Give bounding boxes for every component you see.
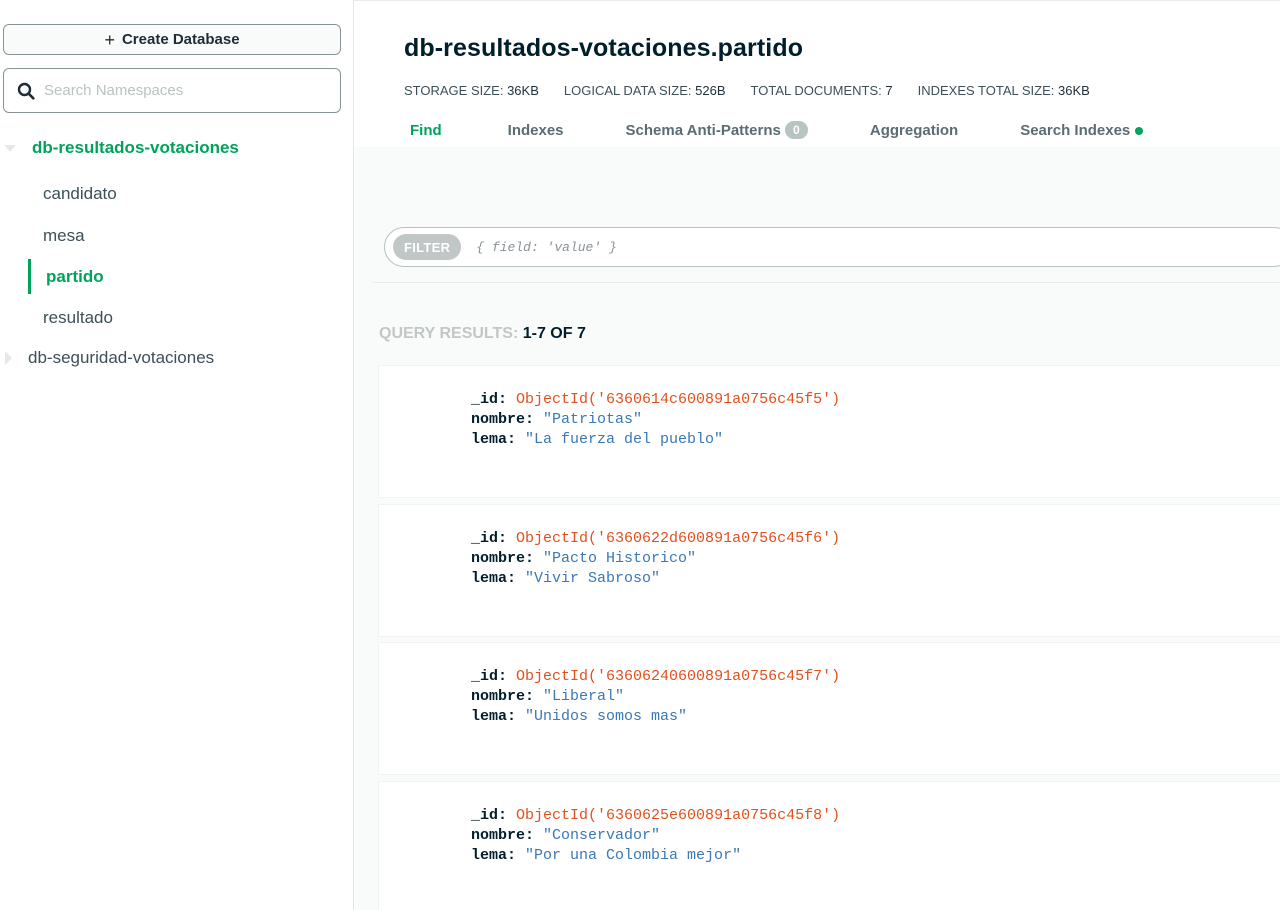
field-value: ObjectId('6360622d600891a0756c45f6') xyxy=(516,530,841,547)
collection-view: db-resultados-votaciones.partido STORAGE… xyxy=(355,1,1280,910)
namespace-search xyxy=(3,68,341,113)
divider xyxy=(373,282,1280,283)
sidebar-collection-partido[interactable]: partido xyxy=(46,265,104,289)
tab-indexes[interactable]: Indexes xyxy=(508,122,564,139)
collection-tabs: Find Indexes Schema Anti-Patterns 0 Aggr… xyxy=(404,121,1144,139)
caret-down-icon[interactable] xyxy=(4,144,16,152)
stat-indexes-total-size: INDEXES TOTAL SIZE: 36KB xyxy=(917,83,1090,98)
plus-icon: + xyxy=(104,29,115,50)
collection-stats: STORAGE SIZE: 36KB LOGICAL DATA SIZE: 52… xyxy=(404,83,1090,98)
caret-right-icon[interactable] xyxy=(5,351,12,365)
tab-find[interactable]: Find xyxy=(410,122,442,139)
sidebar-collection-candidato[interactable]: candidato xyxy=(43,182,117,206)
field-value: "Por una Colombia mejor" xyxy=(525,847,742,864)
field-value: "La fuerza del pueblo" xyxy=(525,431,724,448)
active-collection-indicator xyxy=(28,259,31,294)
tab-label: Schema Anti-Patterns xyxy=(625,121,781,139)
namespace-title: db-resultados-votaciones.partido xyxy=(404,34,804,62)
create-database-label: Create Database xyxy=(121,31,240,48)
field-name: _id: xyxy=(471,668,508,685)
sidebar-collection-mesa[interactable]: mesa xyxy=(43,224,85,248)
field-name: lema: xyxy=(471,847,517,864)
field-name: nombre: xyxy=(471,411,535,428)
tab-search-indexes[interactable]: Search Indexes xyxy=(1020,121,1144,139)
field-value: "Conservador" xyxy=(543,827,661,844)
filter-button[interactable]: FILTER xyxy=(393,234,462,260)
field-value: "Pacto Historico" xyxy=(543,550,697,567)
stat-total-documents: TOTAL DOCUMENTS: 7 xyxy=(750,83,893,98)
field-name: _id: xyxy=(471,530,508,547)
field-name: nombre: xyxy=(471,827,535,844)
sidebar-db-seguridad-votaciones[interactable]: db-seguridad-votaciones xyxy=(0,346,214,370)
field-name: _id: xyxy=(471,807,508,824)
document-card[interactable]: _id: ObjectId('6360622d600891a0756c45f6'… xyxy=(379,505,1280,636)
query-results-summary: QUERY RESULTS: 1-7 OF 7 xyxy=(379,325,586,342)
field-value: "Vivir Sabroso" xyxy=(525,570,661,587)
field-value: ObjectId('6360625e600891a0756c45f8') xyxy=(516,807,841,824)
field-value: ObjectId('63606240600891a0756c45f7') xyxy=(516,668,841,685)
database-name: db-seguridad-votaciones xyxy=(28,348,215,367)
field-value: "Unidos somos mas" xyxy=(525,708,688,725)
sidebar: + Create Database db-resultados-votacion… xyxy=(0,0,354,910)
field-value: ObjectId('6360614c600891a0756c45f5') xyxy=(516,391,841,408)
document-card[interactable]: _id: ObjectId('6360625e600891a0756c45f8'… xyxy=(379,782,1280,910)
document-card[interactable]: _id: ObjectId('63606240600891a0756c45f7'… xyxy=(379,643,1280,774)
stat-logical-data-size: LOGICAL DATA SIZE: 526B xyxy=(563,83,726,98)
sidebar-collection-resultado[interactable]: resultado xyxy=(43,306,113,330)
field-name: lema: xyxy=(471,570,517,587)
filter-input[interactable] xyxy=(476,239,1280,255)
tab-label: Search Indexes xyxy=(1020,121,1131,139)
document-card[interactable]: _id: ObjectId('6360614c600891a0756c45f5'… xyxy=(379,366,1280,497)
field-name: nombre: xyxy=(471,550,535,567)
find-content: FILTER QUERY RESULTS: 1-7 OF 7 _id: Obje… xyxy=(355,147,1280,910)
database-name: db-resultados-votaciones xyxy=(32,138,239,157)
field-value: "Patriotas" xyxy=(543,411,643,428)
count-badge: 0 xyxy=(784,121,808,139)
create-database-button[interactable]: + Create Database xyxy=(3,24,341,55)
stat-storage-size: STORAGE SIZE: 36KB xyxy=(404,83,539,98)
field-name: lema: xyxy=(471,708,517,725)
tab-schema-anti-patterns[interactable]: Schema Anti-Patterns 0 xyxy=(626,121,808,139)
filter-bar: FILTER xyxy=(384,227,1280,267)
field-name: nombre: xyxy=(471,688,535,705)
search-icon xyxy=(4,68,44,113)
search-namespaces-input[interactable] xyxy=(44,70,340,111)
field-value: "Liberal" xyxy=(543,688,625,705)
field-name: _id: xyxy=(471,391,508,408)
tab-aggregation[interactable]: Aggregation xyxy=(870,122,958,139)
sidebar-db-resultados-votaciones[interactable]: db-resultados-votaciones xyxy=(0,136,239,160)
field-name: lema: xyxy=(471,431,517,448)
status-dot-icon xyxy=(1135,127,1144,135)
